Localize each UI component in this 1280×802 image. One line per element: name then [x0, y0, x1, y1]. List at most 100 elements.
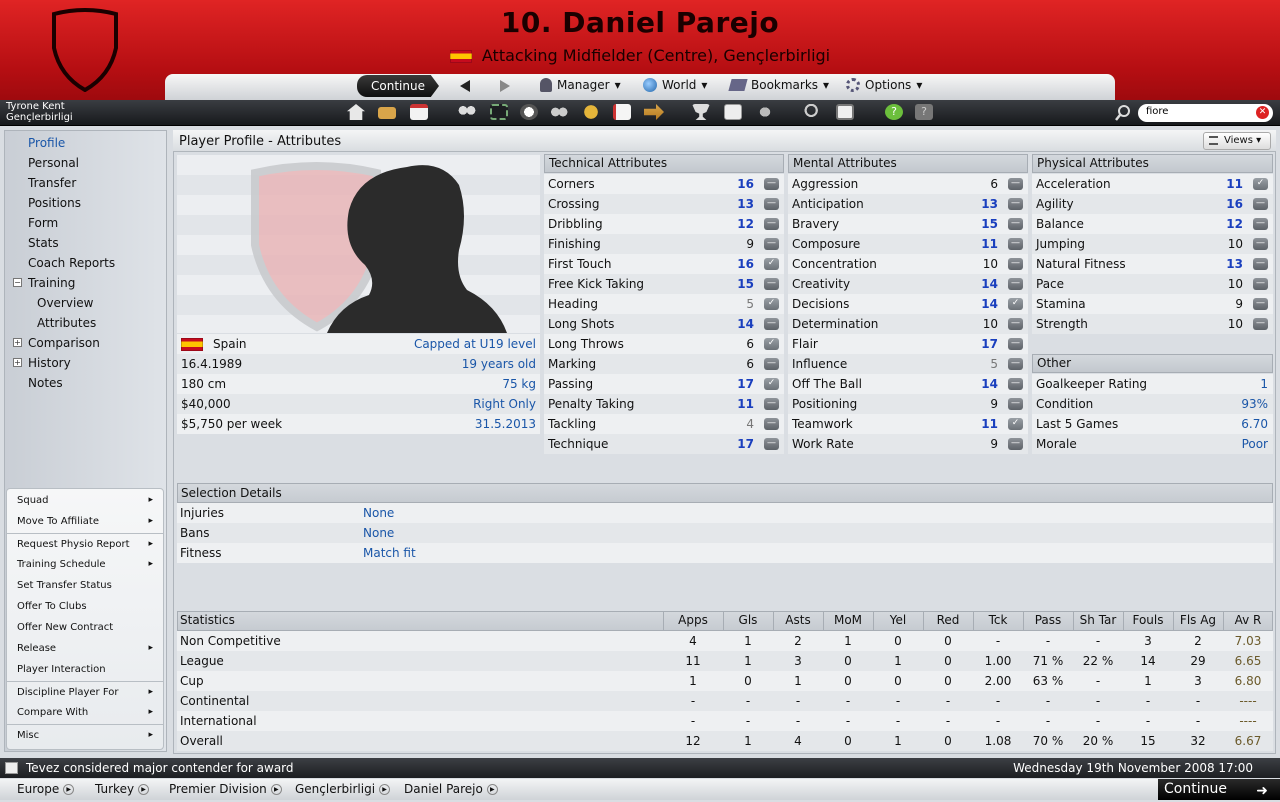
- breadcrumb-item[interactable]: Premier Division ▶: [169, 782, 282, 796]
- expand-icon[interactable]: +: [13, 338, 22, 347]
- chevron-right-icon[interactable]: ▶: [63, 784, 75, 795]
- back-arrow-icon[interactable]: [460, 80, 470, 92]
- views-button[interactable]: Views ▾: [1203, 132, 1271, 150]
- stat-column-header[interactable]: Gls: [723, 613, 773, 627]
- contract-link[interactable]: 31.5.2013: [475, 414, 536, 434]
- stat-row: Non Competitive 4 1 2 1 0 0 - - - 3 2 7.03: [177, 631, 1273, 651]
- schedule-icon[interactable]: [724, 104, 742, 120]
- attribute-value: 10: [982, 317, 998, 331]
- breadcrumb-item[interactable]: Daniel Parejo ▶: [404, 782, 498, 796]
- attribute-name: Goalkeeper Rating: [1036, 377, 1148, 391]
- sidebar-item-transfer[interactable]: Transfer: [5, 173, 166, 193]
- sidebar-item-history[interactable]: + History: [5, 353, 166, 373]
- chevron-right-icon[interactable]: ▶: [486, 784, 498, 795]
- attribute-name: Crossing: [548, 197, 600, 211]
- physio-icon[interactable]: [756, 104, 774, 120]
- stat-column-header[interactable]: Fouls: [1123, 613, 1173, 627]
- finances-icon[interactable]: [582, 104, 600, 120]
- scouting-icon[interactable]: [550, 104, 568, 120]
- attribute-name: Aggression: [792, 177, 859, 191]
- help-icon[interactable]: ?: [885, 104, 903, 120]
- expand-icon[interactable]: +: [13, 358, 22, 367]
- sidebar-item-form[interactable]: Form: [5, 213, 166, 233]
- squad-icon[interactable]: [457, 104, 477, 120]
- clear-search-icon[interactable]: ✕: [1256, 106, 1269, 119]
- stat-column-header[interactable]: Av R: [1223, 613, 1273, 627]
- stat-column-header[interactable]: Pass: [1023, 613, 1073, 627]
- sidebar-item-stats[interactable]: Stats: [5, 233, 166, 253]
- bookmarks-menu[interactable]: Bookmarks ▾: [728, 78, 829, 92]
- expand-icon[interactable]: −: [13, 278, 22, 287]
- sidebar-item-comparison[interactable]: + Comparison: [5, 333, 166, 353]
- action-squad[interactable]: Squad ▸: [7, 490, 163, 511]
- manager-menu[interactable]: Manager ▾: [540, 78, 621, 92]
- action-offer-to-clubs[interactable]: Offer To Clubs: [7, 596, 163, 617]
- forward-arrow-icon[interactable]: [500, 80, 510, 92]
- options-menu[interactable]: Options ▾: [846, 78, 922, 92]
- notes-icon[interactable]: [836, 104, 854, 120]
- stat-column-header[interactable]: Sh Tar: [1073, 613, 1123, 627]
- sidebar-item-training[interactable]: − Training: [5, 273, 166, 293]
- attribute-name: Penalty Taking: [548, 397, 635, 411]
- action-training-schedule[interactable]: Training Schedule ▸: [7, 554, 163, 575]
- chevron-right-icon[interactable]: ▶: [138, 784, 150, 795]
- continue-button-top[interactable]: Continue: [357, 75, 439, 97]
- attribute-row: Long Throws 6 ✓: [544, 334, 784, 354]
- search-input[interactable]: fiore: [1138, 104, 1273, 122]
- attribute-value: 93%: [1241, 397, 1268, 411]
- sidebar-item-label: Positions: [28, 196, 81, 210]
- sidebar-item-coach-reports[interactable]: Coach Reports: [5, 253, 166, 273]
- stat-column-header[interactable]: Red: [923, 613, 973, 627]
- breadcrumb-item[interactable]: Turkey ▶: [95, 782, 150, 796]
- news-headline[interactable]: Tevez considered major contender for awa…: [26, 758, 294, 778]
- continue-button-bottom[interactable]: Continue ➜: [1158, 779, 1280, 800]
- action-set-transfer-status[interactable]: Set Transfer Status: [7, 575, 163, 596]
- stat-cell: 1.00: [984, 654, 1012, 668]
- stat-column-header[interactable]: MoM: [823, 613, 873, 627]
- news-icon[interactable]: [5, 762, 18, 774]
- trend-up-icon: ✓: [764, 338, 779, 350]
- sidebar-item-personal[interactable]: Personal: [5, 153, 166, 173]
- action-player-interaction[interactable]: Player Interaction: [7, 659, 163, 680]
- chevron-right-icon: ▸: [148, 707, 153, 717]
- stat-column-header[interactable]: Asts: [773, 613, 823, 627]
- action-request-physio-report[interactable]: Request Physio Report ▸: [7, 533, 163, 554]
- world-menu[interactable]: World ▾: [643, 78, 707, 92]
- sidebar-item-positions[interactable]: Positions: [5, 193, 166, 213]
- attribute-row: Determination 10 —: [788, 314, 1028, 334]
- stat-column-header[interactable]: Tck: [973, 613, 1023, 627]
- action-offer-new-contract[interactable]: Offer New Contract: [7, 617, 163, 638]
- stat-row-label: Continental: [180, 694, 250, 708]
- action-compare-with[interactable]: Compare With ▸: [7, 702, 163, 723]
- attribute-value: 6: [746, 337, 754, 351]
- sidebar-item-notes[interactable]: Notes: [5, 373, 166, 393]
- action-discipline-player-for[interactable]: Discipline Player For ▸: [7, 681, 163, 702]
- action-move-to-affiliate[interactable]: Move To Affiliate ▸: [7, 511, 163, 532]
- stat-column-header[interactable]: Fls Ag: [1173, 613, 1223, 627]
- tips-icon[interactable]: ?: [915, 104, 933, 120]
- tactics-icon[interactable]: [490, 104, 508, 120]
- player-search-icon[interactable]: [804, 104, 822, 120]
- news-icon[interactable]: [613, 104, 631, 120]
- action-release[interactable]: Release ▸: [7, 638, 163, 659]
- breadcrumb-item[interactable]: Gençlerbirligi ▶: [295, 782, 391, 796]
- attribute-row: Influence 5 —: [788, 354, 1028, 374]
- sidebar-item-overview[interactable]: Overview: [5, 293, 166, 313]
- stat-column-header[interactable]: Yel: [873, 613, 923, 627]
- calendar-icon[interactable]: [410, 104, 428, 120]
- chevron-right-icon[interactable]: ▶: [270, 784, 282, 795]
- attribute-value: 11: [981, 237, 998, 251]
- stat-cell: -: [745, 714, 751, 728]
- sidebar-item-attributes[interactable]: Attributes: [5, 313, 166, 333]
- caps-link[interactable]: Capped at U19 level: [414, 334, 536, 354]
- sidebar-item-profile[interactable]: Profile: [5, 133, 166, 153]
- inbox-icon[interactable]: [378, 107, 396, 119]
- action-misc[interactable]: Misc ▸: [7, 724, 163, 745]
- attribute-name: Technique: [548, 437, 609, 451]
- training-icon[interactable]: [520, 104, 538, 120]
- stat-cell: 4: [794, 734, 802, 748]
- stat-column-header[interactable]: Apps: [668, 613, 718, 627]
- chevron-right-icon[interactable]: ▶: [379, 784, 391, 795]
- stat-cell: -: [995, 694, 1001, 708]
- breadcrumb-item[interactable]: Europe ▶: [17, 782, 75, 796]
